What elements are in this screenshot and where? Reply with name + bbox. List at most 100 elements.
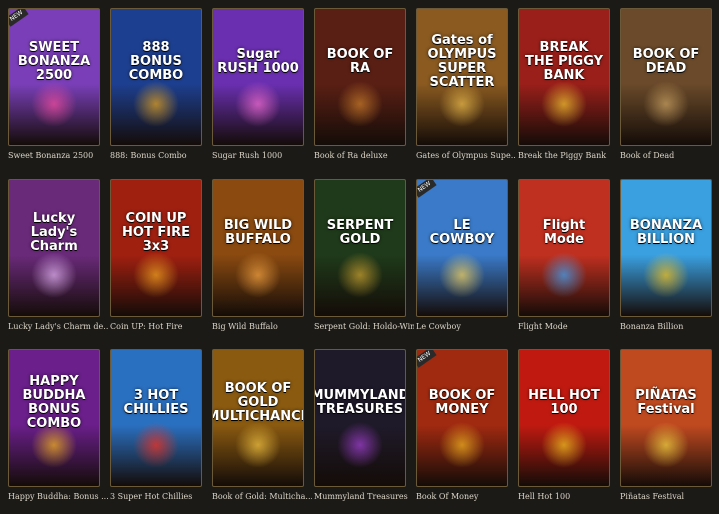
game-tile[interactable]: BONANZA BILLION Bonanza Billion — [620, 179, 712, 344]
game-tile[interactable]: LE COWBOY NEW Le Cowboy — [416, 179, 508, 344]
game-art — [133, 252, 179, 298]
game-art — [133, 422, 179, 468]
game-logo: 888 BONUS COMBO — [128, 40, 184, 83]
game-logo: Gates of OLYMPUS SUPER SCATTER — [427, 33, 497, 90]
game-title[interactable]: Sweet Bonanza 2500 — [8, 150, 108, 162]
game-grid: SWEET BONANZA 2500 NEW Sweet Bonanza 2500 8… — [0, 0, 719, 507]
game-thumbnail[interactable]: BONANZA BILLION — [620, 179, 712, 317]
game-logo: 3 HOT CHILLIES — [123, 388, 189, 417]
game-logo: Lucky Lady's Charm — [30, 211, 78, 254]
game-title[interactable]: Bonanza Billion — [620, 321, 719, 333]
game-title[interactable]: 3 Super Hot Chillies — [110, 491, 210, 503]
game-logo: LE COWBOY — [429, 218, 495, 247]
game-tile[interactable]: 3 HOT CHILLIES 3 Super Hot Chillies — [110, 349, 202, 514]
game-tile[interactable]: SERPENT GOLD Serpent Gold: Holdo-Win — [314, 179, 414, 344]
game-tile[interactable]: HAPPY BUDDHA BONUS COMBO Happy Buddha: Bo… — [8, 349, 108, 514]
game-tile[interactable]: Flight Mode Flight Mode — [518, 179, 610, 344]
game-art — [643, 252, 689, 298]
game-art — [235, 422, 281, 468]
game-logo: BOOK OF GOLD MULTICHANCE — [213, 381, 304, 424]
game-title[interactable]: 888: Bonus Combo — [110, 150, 210, 162]
game-title[interactable]: Mummyland Treasures — [314, 491, 414, 503]
game-art — [541, 81, 587, 127]
game-art — [643, 81, 689, 127]
game-art — [31, 81, 77, 127]
game-thumbnail[interactable]: SERPENT GOLD — [314, 179, 406, 317]
game-title[interactable]: Lucky Lady's Charm de... — [8, 321, 108, 333]
game-logo: PIÑATAS Festival — [635, 388, 697, 417]
game-tile[interactable]: BOOK OF RA Book of Ra deluxe — [314, 8, 406, 173]
new-badge: NEW — [417, 350, 437, 368]
game-thumbnail[interactable]: HAPPY BUDDHA BONUS COMBO — [8, 349, 100, 487]
game-thumbnail[interactable]: BOOK OF RA — [314, 8, 406, 146]
game-thumbnail[interactable]: Sugar RUSH 1000 — [212, 8, 304, 146]
game-title[interactable]: Book of Dead — [620, 150, 719, 162]
game-tile[interactable]: BREAK THE PIGGY BANK Break the Piggy Bank — [518, 8, 610, 173]
game-art — [643, 422, 689, 468]
game-logo: Sugar RUSH 1000 — [217, 47, 299, 76]
game-tile[interactable]: COIN UP HOT FIRE 3x3 Coin UP: Hot Fire — [110, 179, 202, 344]
game-title[interactable]: Hell Hot 100 — [518, 491, 618, 503]
game-thumbnail[interactable]: BIG WILD BUFFALO — [212, 179, 304, 317]
game-thumbnail[interactable]: Flight Mode — [518, 179, 610, 317]
new-badge: NEW — [417, 180, 437, 198]
game-logo: COIN UP HOT FIRE 3x3 — [122, 211, 190, 254]
game-tile[interactable]: Gates of OLYMPUS SUPER SCATTER Gates of O… — [416, 8, 516, 173]
game-thumbnail[interactable]: 3 HOT CHILLIES — [110, 349, 202, 487]
game-thumbnail[interactable]: COIN UP HOT FIRE 3x3 — [110, 179, 202, 317]
game-title[interactable]: Book Of Money — [416, 491, 516, 503]
game-title[interactable]: Gates of Olympus Supe... — [416, 150, 516, 162]
game-title[interactable]: Le Cowboy — [416, 321, 516, 333]
game-title[interactable]: Flight Mode — [518, 321, 618, 333]
game-title[interactable]: Book of Ra deluxe — [314, 150, 414, 162]
game-tile[interactable]: HELL HOT 100 Hell Hot 100 — [518, 349, 610, 514]
game-tile[interactable]: Lucky Lady's Charm Lucky Lady's Charm de.… — [8, 179, 108, 344]
game-thumbnail[interactable]: PIÑATAS Festival — [620, 349, 712, 487]
game-art — [235, 252, 281, 298]
game-title[interactable]: Big Wild Buffalo — [212, 321, 312, 333]
game-art — [439, 422, 485, 468]
game-title[interactable]: Piñatas Festival — [620, 491, 719, 503]
game-thumbnail[interactable]: BREAK THE PIGGY BANK — [518, 8, 610, 146]
game-art — [337, 422, 383, 468]
game-art — [439, 252, 485, 298]
game-tile[interactable]: BOOK OF MONEY NEW Book Of Money — [416, 349, 508, 514]
game-tile[interactable]: PIÑATAS Festival Piñatas Festival — [620, 349, 712, 514]
game-tile[interactable]: BIG WILD BUFFALO Big Wild Buffalo — [212, 179, 304, 344]
game-art — [235, 81, 281, 127]
game-thumbnail[interactable]: BOOK OF GOLD MULTICHANCE — [212, 349, 304, 487]
game-thumbnail[interactable]: MUMMYLAND TREASURES — [314, 349, 406, 487]
game-tile[interactable]: Sugar RUSH 1000 Sugar Rush 1000 — [212, 8, 304, 173]
game-thumbnail[interactable]: BOOK OF MONEY NEW — [416, 349, 508, 487]
game-title[interactable]: Book of Gold: Multicha... — [212, 491, 312, 503]
game-art — [337, 81, 383, 127]
game-thumbnail[interactable]: HELL HOT 100 — [518, 349, 610, 487]
game-title[interactable]: Serpent Gold: Holdo-Win — [314, 321, 414, 333]
game-thumbnail[interactable]: LE COWBOY NEW — [416, 179, 508, 317]
game-title[interactable]: Coin UP: Hot Fire — [110, 321, 210, 333]
new-badge: NEW — [9, 9, 29, 27]
game-title[interactable]: Sugar Rush 1000 — [212, 150, 312, 162]
game-art — [133, 81, 179, 127]
game-logo: BIG WILD BUFFALO — [223, 218, 293, 247]
game-logo: BREAK THE PIGGY BANK — [525, 40, 603, 83]
game-art — [337, 252, 383, 298]
game-logo: HELL HOT 100 — [528, 388, 600, 417]
game-tile[interactable]: SWEET BONANZA 2500 NEW Sweet Bonanza 2500 — [8, 8, 100, 173]
game-thumbnail[interactable]: 888 BONUS COMBO — [110, 8, 202, 146]
game-tile[interactable]: BOOK OF DEAD Book of Dead — [620, 8, 712, 173]
game-thumbnail[interactable]: SWEET BONANZA 2500 NEW — [8, 8, 100, 146]
game-logo: BOOK OF DEAD — [632, 47, 700, 76]
game-tile[interactable]: BOOK OF GOLD MULTICHANCE Book of Gold: Mu… — [212, 349, 312, 514]
game-logo: SERPENT GOLD — [326, 218, 394, 247]
game-logo: BOOK OF RA — [326, 47, 394, 76]
game-title[interactable]: Break the Piggy Bank — [518, 150, 618, 162]
game-thumbnail[interactable]: Lucky Lady's Charm — [8, 179, 100, 317]
game-tile[interactable]: 888 BONUS COMBO 888: Bonus Combo — [110, 8, 202, 173]
game-title[interactable]: Happy Buddha: Bonus ... — [8, 491, 108, 503]
game-logo: BONANZA BILLION — [629, 218, 703, 247]
game-tile[interactable]: MUMMYLAND TREASURES Mummyland Treasures — [314, 349, 408, 514]
game-thumbnail[interactable]: Gates of OLYMPUS SUPER SCATTER — [416, 8, 508, 146]
game-thumbnail[interactable]: BOOK OF DEAD — [620, 8, 712, 146]
game-art — [541, 422, 587, 468]
